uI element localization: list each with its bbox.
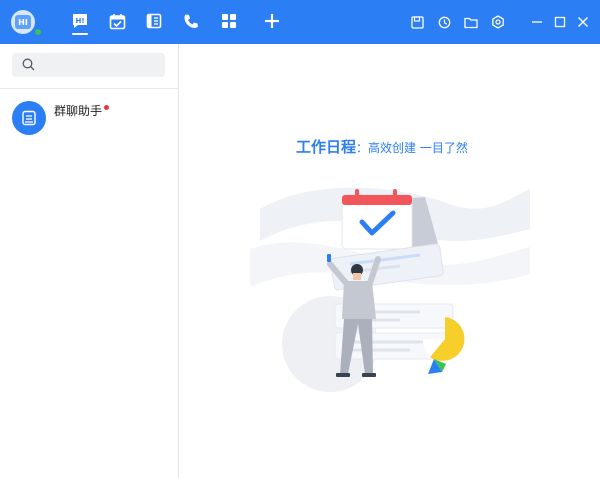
unread-dot: [104, 105, 109, 110]
save-icon[interactable]: [410, 15, 424, 29]
calendar-icon[interactable]: [107, 11, 127, 31]
close-icon[interactable]: [576, 15, 590, 29]
group-assistant-avatar: [12, 101, 46, 135]
user-avatar[interactable]: HI: [11, 10, 35, 34]
conversation-item[interactable]: 群聊助手: [0, 92, 179, 144]
conversation-name: 群聊助手: [54, 104, 103, 118]
feature-headline: 工作日程：高效创建 一目了然: [296, 136, 468, 157]
maximize-icon[interactable]: [553, 15, 567, 29]
sidebar-divider: [0, 88, 179, 89]
folder-icon[interactable]: [464, 15, 478, 29]
apps-icon[interactable]: [219, 11, 239, 31]
svg-text:H!: H!: [75, 17, 84, 25]
headline-colon: ：: [356, 141, 369, 155]
search-box[interactable]: [12, 53, 165, 77]
add-icon[interactable]: [262, 11, 282, 31]
online-status-dot: [34, 28, 42, 36]
messages-icon[interactable]: H!: [70, 11, 90, 31]
search-input[interactable]: [41, 58, 161, 72]
phone-icon[interactable]: [181, 11, 201, 31]
headline-title: 工作日程: [296, 138, 357, 156]
history-icon[interactable]: [437, 15, 451, 29]
notes-icon[interactable]: [144, 11, 164, 31]
search-icon: [22, 56, 35, 75]
settings-icon[interactable]: [491, 15, 505, 29]
top-bar: HI H!: [0, 0, 600, 44]
minimize-icon[interactable]: [530, 15, 544, 29]
app-window: HI H! 群聊助手 工作日程：高效创建 一目了然: [0, 0, 600, 478]
active-tab-indicator: [72, 33, 88, 35]
assistant-icon: [22, 110, 36, 126]
avatar-logo: HI: [15, 15, 31, 29]
headline-subtitle: 高效创建 一目了然: [368, 141, 468, 155]
main-panel: 工作日程：高效创建 一目了然: [180, 44, 600, 478]
calendar-card: [341, 189, 440, 251]
schedule-illustration: [250, 187, 530, 392]
sidebar: 群聊助手: [0, 44, 179, 478]
